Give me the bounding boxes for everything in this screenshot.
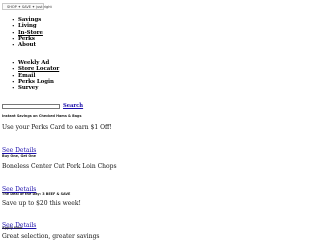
promo-heading: Buy One, Get One [2, 154, 36, 158]
promo-heading: The Deal of the Day: 3 BEEF & SAVE [2, 192, 71, 196]
promo-text: Use your Perks Card to earn $1 Off! [2, 124, 112, 131]
promo-heading: Apply Now [2, 226, 23, 230]
promo-section: Apply Now [2, 226, 22, 230]
search-input[interactable] [2, 103, 60, 109]
nav-item-survey[interactable]: • Survey [12, 85, 59, 91]
logo-text: SHOP ✦ SAVE ✦ just right [7, 4, 52, 9]
search-button[interactable]: Search [63, 103, 83, 109]
search-form: Search [2, 103, 83, 109]
promo-text: Boneless Center Cut Pork Loin Chops [2, 163, 117, 170]
promo-section: Buy One, Get One [2, 154, 36, 158]
primary-nav: • Savings • Living • In-Store • Perks • About [12, 17, 43, 48]
secondary-nav: • Weekly Ad • Store Locator • Email • Perks … [12, 60, 59, 91]
promo-section: Instant Savings on Checked Hams & Bags [2, 114, 81, 118]
promo-heading: Instant Savings on Checked Hams & Bags [2, 114, 82, 118]
see-details-link[interactable]: See Details [2, 147, 36, 154]
promo-text-block: Use your Perks Card to earn $1 Off! [2, 124, 112, 131]
nav-item-about[interactable]: • About [12, 42, 43, 48]
promo-text: Save up to $20 this week! [2, 200, 81, 207]
site-logo[interactable]: SHOP ✦ SAVE ✦ just right [2, 3, 52, 10]
promo-text: Great selection, greater savings [2, 233, 100, 240]
promo-text-block: Great selection, greater savings [2, 233, 100, 240]
promo-text-block: Boneless Center Cut Pork Loin Chops [2, 163, 117, 170]
promo-text-block: Save up to $20 this week! [2, 200, 81, 207]
promo-section: The Deal of the Day: 3 BEEF & SAVE [2, 192, 70, 196]
